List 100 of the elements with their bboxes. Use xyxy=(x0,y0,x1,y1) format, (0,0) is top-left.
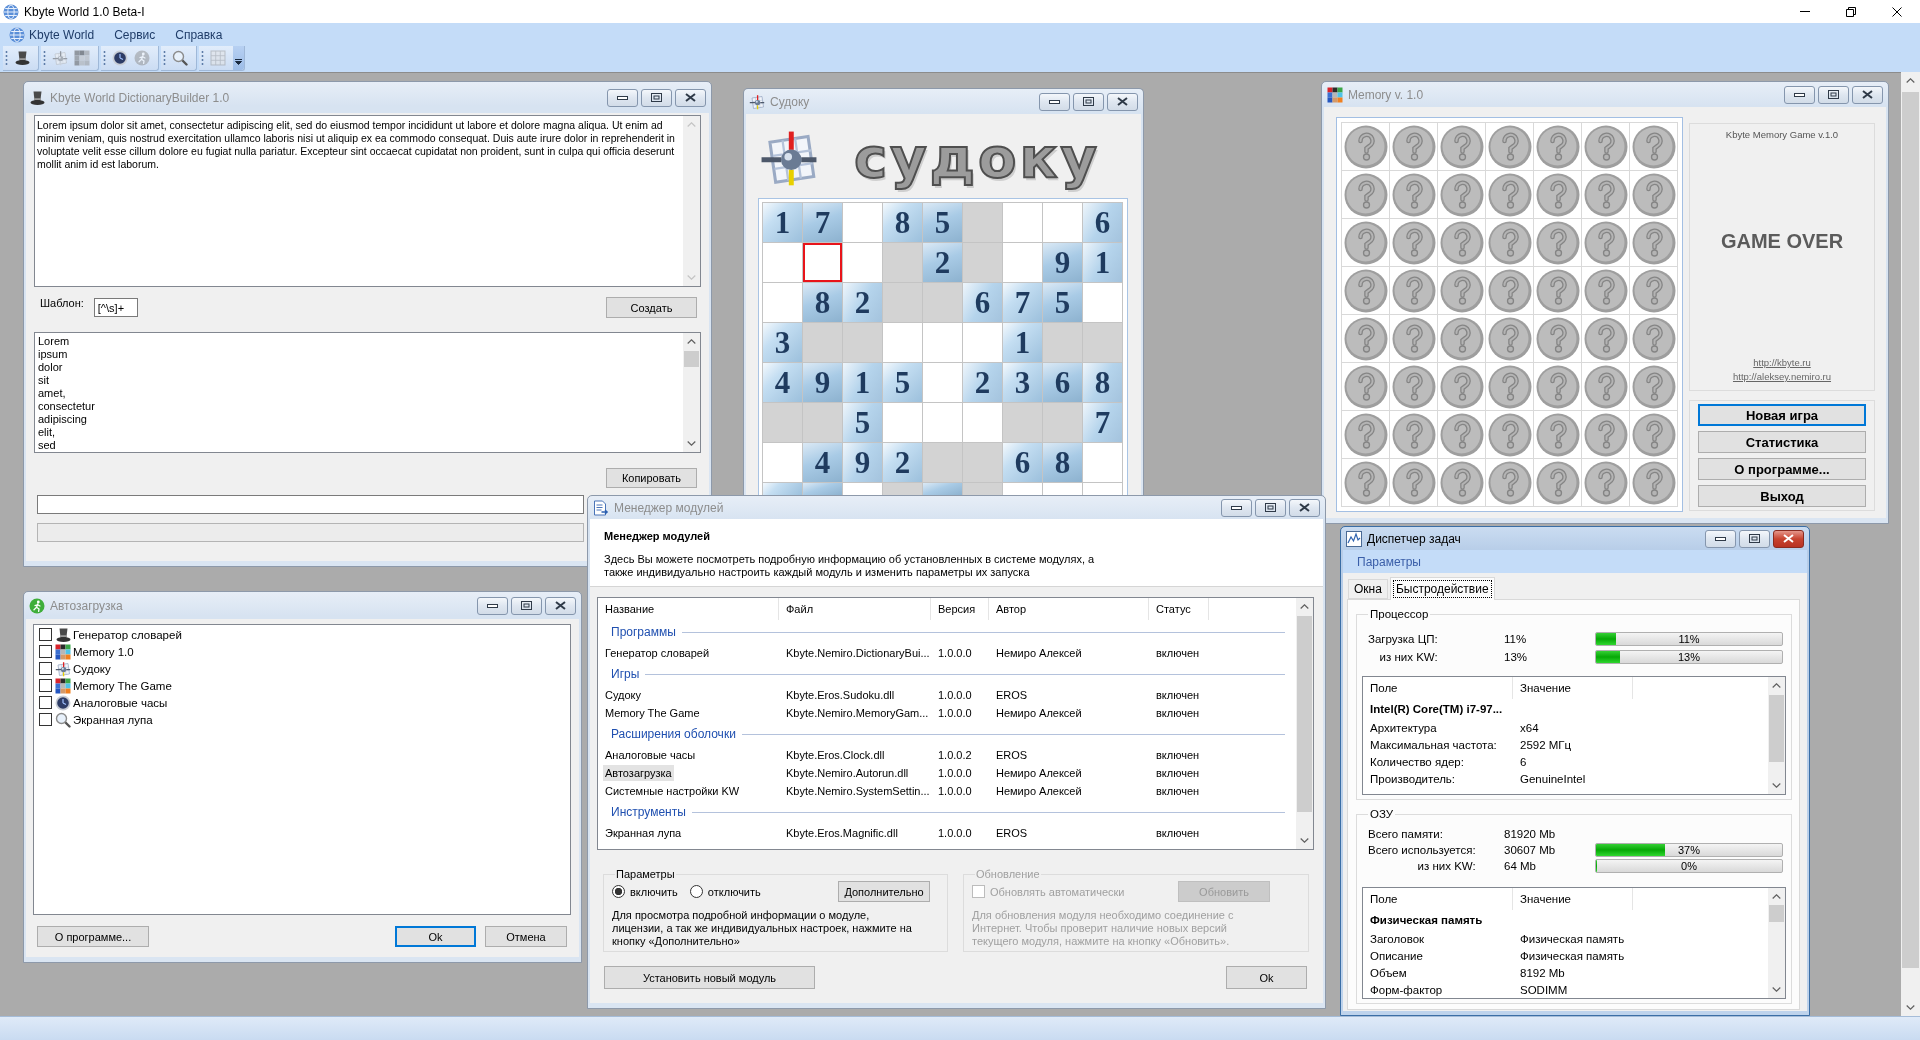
dialog-button[interactable]: Ok xyxy=(395,926,476,947)
table-cell[interactable]: Автозагрузка xyxy=(598,764,779,782)
table-cell[interactable]: включен xyxy=(1149,686,1209,704)
table-cell[interactable]: EROS xyxy=(989,686,1149,704)
sudoku-cell[interactable] xyxy=(1083,283,1122,322)
sudoku-cell[interactable] xyxy=(843,203,882,242)
checkbox[interactable] xyxy=(39,713,52,726)
sudoku-cell[interactable] xyxy=(1043,403,1082,442)
sudoku-cell[interactable]: 8 xyxy=(883,203,922,242)
sudoku-cell[interactable] xyxy=(883,243,922,282)
sudoku-cell[interactable] xyxy=(923,323,962,362)
sudoku-cell[interactable] xyxy=(843,243,882,282)
question-coin-icon[interactable] xyxy=(1391,268,1436,313)
sudoku-cell[interactable]: 4 xyxy=(803,443,842,482)
maximize-button[interactable] xyxy=(1073,92,1104,111)
sudoku-cell[interactable] xyxy=(883,283,922,322)
close-button[interactable] xyxy=(1289,498,1320,517)
question-coin-icon[interactable] xyxy=(1535,460,1580,505)
sudoku-cell[interactable]: 6 xyxy=(1043,363,1082,402)
column-header[interactable]: Название xyxy=(598,598,779,620)
chevron-down-icon[interactable] xyxy=(1772,783,1781,788)
checkbox-label[interactable]: Memory The Game xyxy=(73,679,172,692)
chevron-down-icon[interactable] xyxy=(1906,1005,1915,1010)
sudoku-cell[interactable]: 8 xyxy=(803,283,842,322)
radio-button[interactable] xyxy=(612,885,625,898)
sudoku-cell[interactable] xyxy=(963,403,1002,442)
table-cell[interactable]: Немиро Алексей xyxy=(989,644,1149,662)
close-button[interactable] xyxy=(545,596,576,615)
question-coin-icon[interactable] xyxy=(1439,412,1484,457)
sudoku-cell[interactable] xyxy=(1003,483,1042,495)
column-header[interactable]: Статус xyxy=(1149,598,1209,620)
list-item[interactable]: elit, xyxy=(37,426,57,439)
question-coin-icon[interactable] xyxy=(1487,124,1532,169)
question-coin-icon[interactable] xyxy=(1631,412,1676,457)
tab[interactable]: Окна xyxy=(1348,579,1388,599)
table-cell[interactable]: EROS xyxy=(989,746,1149,764)
radio-label[interactable]: отключить xyxy=(707,885,761,898)
table-cell[interactable]: включен xyxy=(1149,644,1209,662)
table-cell[interactable]: 1.0.0.0 xyxy=(931,782,989,800)
chevron-down-icon[interactable] xyxy=(687,441,696,446)
sudoku-cell[interactable] xyxy=(883,483,922,495)
question-coin-icon[interactable] xyxy=(1487,172,1532,217)
sudoku-cell[interactable] xyxy=(1043,483,1082,495)
sudoku-cell[interactable]: 5 xyxy=(843,403,882,442)
sudoku-cell[interactable]: 9 xyxy=(1043,243,1082,282)
question-coin-icon[interactable] xyxy=(1631,268,1676,313)
question-coin-icon[interactable] xyxy=(1391,316,1436,361)
sudoku-cell[interactable] xyxy=(1083,323,1122,362)
grip-icon[interactable] xyxy=(201,49,204,67)
question-coin-icon[interactable] xyxy=(1343,124,1388,169)
game-button[interactable]: О программе... xyxy=(1698,458,1866,480)
question-coin-icon[interactable] xyxy=(1487,364,1532,409)
table-cell[interactable]: Немиро Алексей xyxy=(989,782,1149,800)
question-coin-icon[interactable] xyxy=(1631,316,1676,361)
create-button[interactable]: Создать xyxy=(606,297,697,318)
scrollbar[interactable] xyxy=(683,333,700,452)
column-header[interactable]: Файл xyxy=(779,598,931,620)
question-coin-icon[interactable] xyxy=(1535,220,1580,265)
sudoku-cell[interactable] xyxy=(1003,403,1042,442)
minimize-button[interactable] xyxy=(607,88,638,107)
table-cell[interactable]: 1.0.0.0 xyxy=(931,824,989,842)
sudoku-cell[interactable]: 3 xyxy=(1003,363,1042,402)
question-coin-icon[interactable] xyxy=(1391,412,1436,457)
question-coin-icon[interactable] xyxy=(1535,316,1580,361)
checkbox[interactable] xyxy=(39,679,52,692)
question-coin-icon[interactable] xyxy=(1439,460,1484,505)
sudoku-cell[interactable] xyxy=(763,243,802,282)
question-coin-icon[interactable] xyxy=(1343,220,1388,265)
table-cell[interactable]: включен xyxy=(1149,782,1209,800)
table-cell[interactable]: Kbyte.Nemiro.SystemSettin... xyxy=(779,782,931,800)
table-cell[interactable]: включен xyxy=(1149,824,1209,842)
maximize-button[interactable] xyxy=(1818,85,1849,104)
scrollbar[interactable] xyxy=(1901,72,1920,1016)
sudoku-cell[interactable]: 1 xyxy=(1003,323,1042,362)
chevron-up-icon[interactable] xyxy=(1906,78,1915,83)
sudoku-cell[interactable]: 2 xyxy=(963,363,1002,402)
sudoku-cell[interactable] xyxy=(923,483,962,495)
close-button[interactable] xyxy=(675,88,706,107)
dialog-button[interactable]: Ok xyxy=(1226,966,1307,989)
list-item[interactable]: dolor xyxy=(37,361,64,374)
column-header[interactable]: Автор xyxy=(989,598,1149,620)
list-box[interactable]: Генератор словарей Memory 1.0 Судоку Memory The Game Аналоговые часы Экранная лупа xyxy=(33,624,571,915)
question-coin-icon[interactable] xyxy=(1535,172,1580,217)
question-coin-icon[interactable] xyxy=(1631,172,1676,217)
game-button[interactable]: Выход xyxy=(1698,485,1866,507)
question-coin-icon[interactable] xyxy=(1439,268,1484,313)
group-header[interactable]: Инструменты xyxy=(611,805,686,819)
column-header[interactable]: Версия xyxy=(931,598,989,620)
tab[interactable]: Быстродействие xyxy=(1389,577,1495,600)
question-coin-icon[interactable] xyxy=(1343,364,1388,409)
sudoku-cell[interactable]: 9 xyxy=(843,443,882,482)
table-cell[interactable]: включен xyxy=(1149,704,1209,722)
table-cell[interactable]: 1.0.0.0 xyxy=(931,764,989,782)
table-cell[interactable]: Kbyte.Nemiro.Autorun.dll xyxy=(779,764,931,782)
question-coin-icon[interactable] xyxy=(1583,220,1628,265)
menu-item[interactable]: Сервис xyxy=(104,25,166,44)
list-item[interactable]: ipsum xyxy=(37,348,69,361)
radio-label[interactable]: включить xyxy=(630,885,678,898)
maximize-button[interactable] xyxy=(1255,498,1286,517)
sudoku-cell[interactable] xyxy=(1083,443,1122,482)
